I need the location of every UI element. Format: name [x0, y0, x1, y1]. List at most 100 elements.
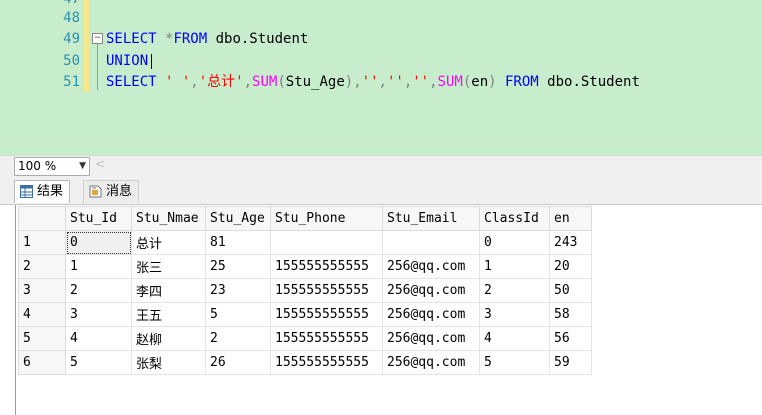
operator: * [156, 31, 174, 47]
table-cell[interactable]: 0 [479, 230, 550, 255]
results-grid[interactable]: Stu_Id Stu_Nmae Stu_Age Stu_Phone Stu_Em… [0, 204, 762, 415]
operator: , [378, 74, 387, 90]
operator: ) [344, 74, 354, 90]
code-line-49[interactable]: SELECT *FROM dbo.Student [106, 30, 308, 48]
column-header-stu-email[interactable]: Stu_Email [382, 206, 480, 231]
table-cell[interactable]: 243 [549, 230, 592, 255]
table-cell[interactable]: 81 [205, 230, 271, 255]
text-caret [151, 53, 153, 69]
table-cell[interactable]: 1 [479, 254, 550, 279]
table-cell[interactable]: 张梨 [131, 350, 206, 375]
table-cell[interactable]: 155555555555 [270, 278, 383, 303]
table-cell[interactable]: 50 [549, 278, 592, 303]
table-cell[interactable]: 155555555555 [270, 326, 383, 351]
table-cell[interactable]: 张三 [131, 254, 206, 279]
code-line-51[interactable]: SELECT ' ','总计',SUM(Stu_Age),'','','',SU… [106, 73, 640, 91]
table-cell[interactable]: 3 [65, 302, 132, 327]
keyword: SELECT [106, 31, 157, 47]
table-cell[interactable]: 58 [549, 302, 592, 327]
identifier: dbo.Student [538, 74, 640, 90]
column-header-stu-age[interactable]: Stu_Age [205, 206, 271, 231]
chevron-down-icon[interactable]: ▼ [79, 158, 86, 175]
line-number: 50 [63, 53, 80, 69]
table-cell[interactable]: 2 [65, 278, 132, 303]
table-cell[interactable]: 1 [65, 254, 132, 279]
table-cell[interactable]: 26 [205, 350, 271, 375]
operator: ) [488, 74, 497, 90]
grid-left-border [15, 205, 16, 415]
table-cell[interactable]: 256@qq.com [382, 326, 480, 351]
column-header-en[interactable]: en [549, 206, 592, 231]
table-cell[interactable]: 赵柳 [131, 326, 206, 351]
table-cell[interactable]: 4 [65, 326, 132, 351]
column-header-classid[interactable]: ClassId [479, 206, 550, 231]
string-literal: '总计' [198, 74, 244, 90]
table-row: 5 4 赵柳 2 155555555555 256@qq.com 4 56 [18, 326, 592, 351]
row-header[interactable]: 2 [18, 254, 66, 279]
keyword: UNION [106, 53, 149, 69]
table-cell[interactable]: 3 [479, 302, 550, 327]
table-cell[interactable]: 总计 [131, 230, 206, 255]
table-cell[interactable]: 256@qq.com [382, 350, 480, 375]
keyword: FROM [173, 31, 208, 47]
table-cell[interactable]: 256@qq.com [382, 278, 480, 303]
table-cell[interactable]: 李四 [131, 278, 206, 303]
row-header[interactable]: 6 [18, 350, 66, 375]
table-cell[interactable]: 5 [479, 350, 550, 375]
table-cell[interactable]: 25 [205, 254, 271, 279]
table-cell[interactable]: 5 [205, 302, 271, 327]
table-cell[interactable]: 256@qq.com [382, 302, 480, 327]
table-cell[interactable]: 0 [65, 230, 132, 255]
corner-header[interactable] [18, 206, 66, 231]
table-cell[interactable]: 59 [549, 350, 592, 375]
table-cell[interactable]: 王五 [131, 302, 206, 327]
string-literal: '' [412, 74, 430, 90]
collapse-icon[interactable]: − [92, 33, 103, 44]
keyword: SELECT [106, 74, 157, 90]
sql-editor[interactable]: 47 48 49 50 51 − SELECT *FROM dbo.Studen… [0, 0, 762, 155]
table-cell[interactable]: 2 [479, 278, 550, 303]
identifier: en [471, 74, 489, 90]
table-cell[interactable]: 23 [205, 278, 271, 303]
row-header[interactable]: 1 [18, 230, 66, 255]
operator: , [243, 74, 253, 90]
table-cell[interactable]: 56 [549, 326, 592, 351]
table-header-row: Stu_Id Stu_Nmae Stu_Age Stu_Phone Stu_Em… [18, 206, 592, 231]
code-line-50[interactable]: UNION [106, 52, 153, 70]
table-cell[interactable]: 4 [479, 326, 550, 351]
table-cell[interactable]: 20 [549, 254, 592, 279]
table-cell[interactable]: 155555555555 [270, 350, 383, 375]
results-table: Stu_Id Stu_Nmae Stu_Age Stu_Phone Stu_Em… [18, 206, 592, 375]
table-cell[interactable]: 256@qq.com [382, 254, 480, 279]
table-cell[interactable]: 155555555555 [270, 302, 383, 327]
operator: , [353, 74, 362, 90]
row-header[interactable]: 4 [18, 302, 66, 327]
keyword: FROM [496, 74, 539, 90]
table-cell[interactable] [270, 230, 383, 255]
zoom-value: 100 % [18, 159, 57, 173]
tab-results[interactable]: 结果 [14, 180, 71, 203]
editor-status-bar: 100 % ▼ < [0, 155, 762, 176]
column-header-stu-nmae[interactable]: Stu_Nmae [131, 206, 206, 231]
table-cell[interactable]: 155555555555 [270, 254, 383, 279]
change-tracking-bar [84, 0, 89, 92]
tab-messages[interactable]: 消息 [83, 180, 140, 203]
scroll-left-icon[interactable]: < [95, 157, 105, 171]
table-cell[interactable]: 5 [65, 350, 132, 375]
table-cell[interactable] [382, 230, 480, 255]
zoom-dropdown[interactable]: 100 % ▼ [14, 157, 90, 176]
column-header-stu-phone[interactable]: Stu_Phone [270, 206, 383, 231]
table-cell[interactable]: 2 [205, 326, 271, 351]
row-header[interactable]: 3 [18, 278, 66, 303]
function-name: SUM [252, 74, 278, 90]
table-row: 2 1 张三 25 155555555555 256@qq.com 1 20 [18, 254, 592, 279]
identifier: Stu_Age [285, 74, 345, 90]
editor-margin [0, 0, 36, 155]
table-row: 6 5 张梨 26 155555555555 256@qq.com 5 59 [18, 350, 592, 375]
row-header[interactable]: 5 [18, 326, 66, 351]
column-header-stu-id[interactable]: Stu_Id [65, 206, 132, 231]
line-number: 51 [63, 74, 80, 90]
results-tab-strip: 结果 消息 [0, 176, 762, 204]
operator: , [403, 74, 413, 90]
line-number: 47 [63, 0, 80, 8]
